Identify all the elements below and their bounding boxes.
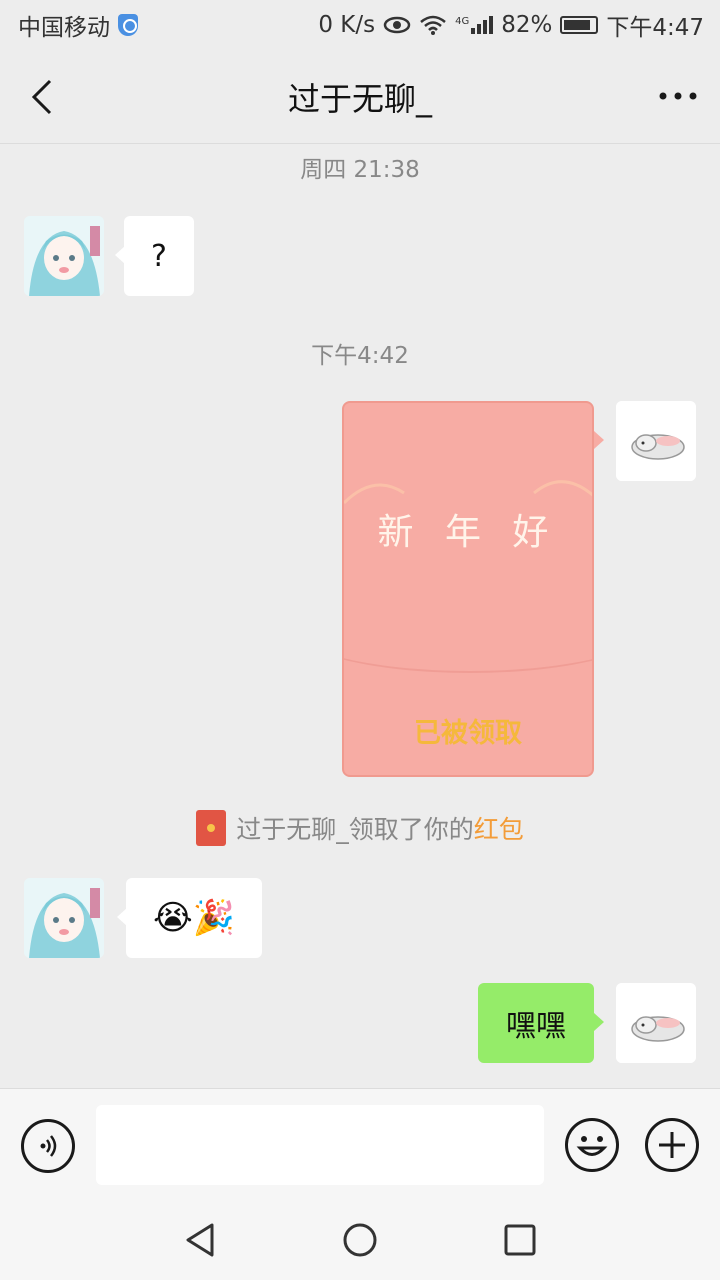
- shield-icon: [118, 14, 138, 36]
- nav-home-button[interactable]: [340, 1220, 380, 1260]
- signal-icon: 4G: [455, 16, 494, 34]
- avatar-other[interactable]: [24, 216, 104, 296]
- wifi-icon: [420, 15, 446, 35]
- more-dots-icon: [659, 92, 697, 100]
- chat-header: 过于无聊_: [0, 50, 720, 144]
- battery-icon: [560, 16, 599, 34]
- system-notice-text: 过于无聊_领取了你的: [236, 815, 474, 844]
- avatar-self[interactable]: [616, 983, 696, 1063]
- system-nav-bar: [0, 1200, 720, 1280]
- red-packet-divider: [344, 573, 592, 673]
- input-bar: [0, 1088, 720, 1200]
- emoji-button[interactable]: [565, 1118, 619, 1172]
- carrier-label: 中国移动: [18, 15, 110, 41]
- hamster-avatar-icon: [616, 983, 696, 1063]
- message-bubble-self[interactable]: 嘿嘿: [478, 983, 604, 1063]
- red-packet-icon: [196, 810, 227, 846]
- nav-recents-button[interactable]: [500, 1220, 540, 1260]
- eye-icon: [383, 16, 411, 34]
- red-packet-card[interactable]: 新 年 好 已被领取: [342, 401, 594, 777]
- red-packet-link[interactable]: 红包: [474, 815, 524, 844]
- red-packet-pointer: [594, 431, 604, 449]
- voice-icon: [40, 1135, 57, 1157]
- square-recents-icon: [504, 1224, 536, 1256]
- back-button[interactable]: [22, 74, 62, 120]
- timestamp: 下午4:42: [311, 343, 409, 369]
- message-text: ?: [151, 238, 167, 274]
- anime-girl-avatar-icon: [24, 878, 104, 958]
- hamster-avatar-icon: [616, 401, 696, 481]
- status-right: 0 K/s 4G 82% 下午4:47: [318, 8, 704, 42]
- net-speed: 0 K/s: [318, 12, 376, 38]
- system-notice: 过于无聊_领取了你的红包: [0, 810, 720, 846]
- clock: 下午4:47: [606, 15, 704, 41]
- circle-home-icon: [343, 1223, 377, 1257]
- plus-button[interactable]: [645, 1118, 699, 1172]
- message-input[interactable]: [96, 1105, 544, 1185]
- status-bar: 中国移动 0 K/s 4G 82% 下午4:47: [0, 0, 720, 50]
- message-bubble[interactable]: ?: [115, 216, 194, 296]
- avatar-self[interactable]: [616, 401, 696, 481]
- chevron-left-icon: [31, 79, 52, 115]
- avatar-other[interactable]: [24, 878, 104, 958]
- red-packet-status: 已被领取: [414, 718, 522, 749]
- chat-title: 过于无聊_: [287, 79, 432, 118]
- anime-girl-avatar-icon: [24, 216, 104, 296]
- battery-percent: 82%: [501, 12, 553, 38]
- message-text: 嘿嘿: [506, 1009, 566, 1044]
- signal-label: 4G: [455, 16, 470, 27]
- voice-button[interactable]: [21, 1119, 75, 1173]
- timestamp: 周四 21:38: [300, 157, 420, 183]
- more-button[interactable]: [658, 76, 698, 116]
- message-bubble[interactable]: 😭🎉: [117, 878, 262, 958]
- smiley-icon: [576, 1136, 608, 1156]
- plus-icon: [659, 1132, 685, 1158]
- triangle-back-icon: [186, 1223, 214, 1257]
- red-packet-greeting: 新 年 好: [377, 512, 559, 553]
- nav-back-button[interactable]: [180, 1220, 220, 1260]
- message-emojis: 😭🎉: [152, 898, 236, 938]
- status-left: 中国移动: [18, 8, 138, 42]
